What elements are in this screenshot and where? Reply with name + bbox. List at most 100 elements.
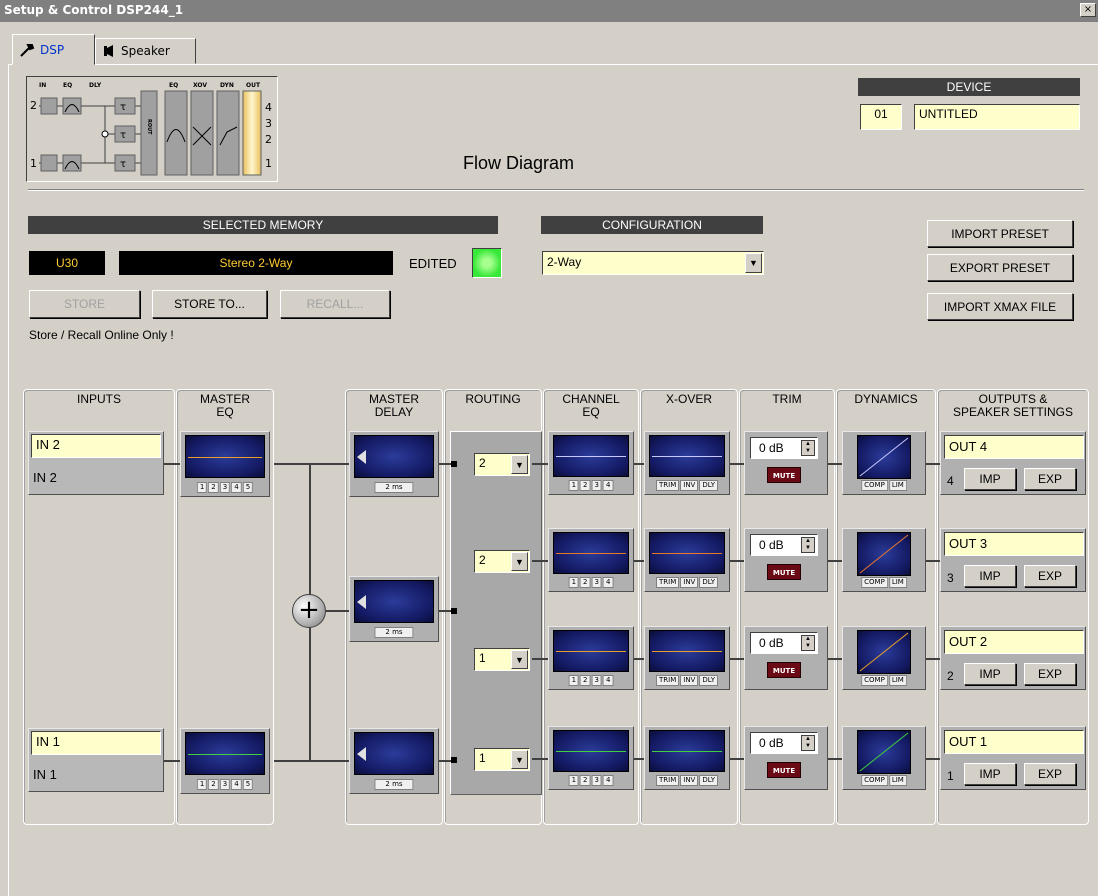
trim-field[interactable]: 0 dB ▲ ▼ xyxy=(750,437,818,459)
chevron-down-icon[interactable]: ▼ xyxy=(511,552,528,571)
device-id-field[interactable]: 01 xyxy=(860,104,902,130)
dynamics-option-button[interactable]: COMP xyxy=(861,577,888,588)
xover-option-button[interactable]: INV xyxy=(680,577,699,588)
xover-option-button[interactable]: INV xyxy=(680,675,699,686)
chevron-down-icon[interactable]: ▼ xyxy=(511,650,528,669)
import-speaker-button[interactable]: IMP xyxy=(964,663,1016,685)
spinner-icon[interactable]: ▲ ▼ xyxy=(801,537,815,553)
spinner-icon[interactable]: ▲ ▼ xyxy=(801,735,815,751)
import-preset-button[interactable]: IMPORT PRESET xyxy=(927,220,1073,247)
eq-band-button[interactable]: 1 xyxy=(568,577,580,588)
export-preset-button[interactable]: EXPORT PRESET xyxy=(927,254,1073,281)
trim-field[interactable]: 0 dB ▲ ▼ xyxy=(750,632,818,654)
spinner-icon[interactable]: ▲ ▼ xyxy=(801,635,815,651)
device-name-field[interactable]: UNTITLED xyxy=(914,104,1080,130)
channel-eq-0[interactable]: 1234 xyxy=(548,431,634,495)
store-button[interactable]: STORE xyxy=(29,290,140,318)
configuration-select[interactable]: 2-Way ▼ xyxy=(542,251,764,275)
input-1-module[interactable]: IN 1 IN 1 xyxy=(28,728,164,792)
master-delay-1[interactable]: 2 ms xyxy=(349,431,439,497)
routing-select-1[interactable]: 2 ▼ xyxy=(474,550,530,573)
dynamics-3[interactable]: COMP LIM xyxy=(842,726,926,790)
eq-band-button[interactable]: 2 xyxy=(580,480,591,491)
output-name-field[interactable]: OUT 3 xyxy=(944,532,1084,556)
dynamics-0[interactable]: COMP LIM xyxy=(842,431,926,495)
channel-eq-3[interactable]: 1234 xyxy=(548,726,634,790)
channel-eq-1[interactable]: 1234 xyxy=(548,528,634,592)
eq-band-button[interactable]: 2 xyxy=(580,675,591,686)
input-2-module[interactable]: IN 2 IN 2 xyxy=(28,431,164,495)
xover-option-button[interactable]: TRIM xyxy=(656,675,680,686)
eq-band-button[interactable]: 3 xyxy=(591,577,602,588)
import-xmax-file-button[interactable]: IMPORT XMAX FILE xyxy=(927,293,1073,320)
chevron-down-icon[interactable]: ▼ xyxy=(745,253,762,273)
input-1-name-field[interactable]: IN 1 xyxy=(31,731,161,755)
chevron-down-icon[interactable]: ▼ xyxy=(511,455,528,474)
eq-band-button[interactable]: 3 xyxy=(591,775,602,786)
dynamics-2[interactable]: COMP LIM xyxy=(842,626,926,690)
master-eq-in2[interactable]: 12345 xyxy=(180,431,270,497)
xover-3[interactable]: TRIM INV DLY xyxy=(644,726,730,790)
mute-button[interactable]: MUTE xyxy=(767,467,801,483)
eq-band-button[interactable]: 1 xyxy=(196,779,208,790)
xover-option-button[interactable]: DLY xyxy=(699,480,718,491)
channel-eq-2[interactable]: 1234 xyxy=(548,626,634,690)
mute-button[interactable]: MUTE xyxy=(767,762,801,778)
master-eq-in1[interactable]: 12345 xyxy=(180,728,270,794)
master-delay-2[interactable]: 2 ms xyxy=(349,576,439,642)
xover-1[interactable]: TRIM INV DLY xyxy=(644,528,730,592)
xover-option-button[interactable]: TRIM xyxy=(656,480,680,491)
mute-button[interactable]: MUTE xyxy=(767,564,801,580)
tab-dsp[interactable]: DSP xyxy=(12,34,95,65)
export-speaker-button[interactable]: EXP xyxy=(1024,565,1076,587)
export-speaker-button[interactable]: EXP xyxy=(1024,468,1076,490)
eq-band-button[interactable]: 4 xyxy=(231,779,242,790)
dynamics-1[interactable]: COMP LIM xyxy=(842,528,926,592)
eq-band-button[interactable]: 1 xyxy=(568,775,580,786)
chevron-down-icon[interactable]: ▼ xyxy=(511,750,528,769)
eq-band-button[interactable]: 1 xyxy=(568,480,580,491)
routing-select-2[interactable]: 1 ▼ xyxy=(474,648,530,671)
eq-band-button[interactable]: 2 xyxy=(580,775,591,786)
import-speaker-button[interactable]: IMP xyxy=(964,763,1016,785)
dynamics-option-button[interactable]: LIM xyxy=(888,775,907,786)
export-speaker-button[interactable]: EXP xyxy=(1024,663,1076,685)
spinner-icon[interactable]: ▲ ▼ xyxy=(801,440,815,456)
eq-band-button[interactable]: 1 xyxy=(196,482,208,493)
xover-0[interactable]: TRIM INV DLY xyxy=(644,431,730,495)
eq-band-button[interactable]: 2 xyxy=(208,779,219,790)
export-speaker-button[interactable]: EXP xyxy=(1024,763,1076,785)
eq-band-button[interactable]: 1 xyxy=(568,675,580,686)
eq-band-button[interactable]: 5 xyxy=(242,482,254,493)
routing-select-0[interactable]: 2 ▼ xyxy=(474,453,530,476)
eq-band-button[interactable]: 3 xyxy=(591,675,602,686)
trim-field[interactable]: 0 dB ▲ ▼ xyxy=(750,534,818,556)
close-button[interactable]: × xyxy=(1080,3,1096,17)
routing-select-3[interactable]: 1 ▼ xyxy=(474,748,530,771)
eq-band-button[interactable]: 4 xyxy=(602,480,614,491)
output-2[interactable]: OUT 2 2 IMP EXP xyxy=(940,626,1086,690)
output-3[interactable]: OUT 1 1 IMP EXP xyxy=(940,726,1086,790)
eq-band-button[interactable]: 4 xyxy=(602,577,614,588)
input-2-name-field[interactable]: IN 2 xyxy=(31,434,161,458)
master-delay-3[interactable]: 2 ms xyxy=(349,728,439,794)
output-0[interactable]: OUT 4 4 IMP EXP xyxy=(940,431,1086,495)
xover-option-button[interactable]: TRIM xyxy=(656,577,680,588)
recall-button[interactable]: RECALL... xyxy=(280,290,390,318)
output-name-field[interactable]: OUT 1 xyxy=(944,730,1084,754)
output-name-field[interactable]: OUT 2 xyxy=(944,630,1084,654)
output-name-field[interactable]: OUT 4 xyxy=(944,435,1084,459)
eq-band-button[interactable]: 5 xyxy=(242,779,254,790)
eq-band-button[interactable]: 3 xyxy=(219,779,231,790)
eq-band-button[interactable]: 4 xyxy=(602,675,614,686)
output-1[interactable]: OUT 3 3 IMP EXP xyxy=(940,528,1086,592)
dynamics-option-button[interactable]: LIM xyxy=(888,675,907,686)
xover-2[interactable]: TRIM INV DLY xyxy=(644,626,730,690)
xover-option-button[interactable]: INV xyxy=(680,480,699,491)
dynamics-option-button[interactable]: COMP xyxy=(861,675,888,686)
eq-band-button[interactable]: 4 xyxy=(602,775,614,786)
eq-band-button[interactable]: 3 xyxy=(591,480,602,491)
xover-option-button[interactable]: TRIM xyxy=(656,775,680,786)
eq-band-button[interactable]: 4 xyxy=(231,482,242,493)
dynamics-option-button[interactable]: LIM xyxy=(888,577,907,588)
